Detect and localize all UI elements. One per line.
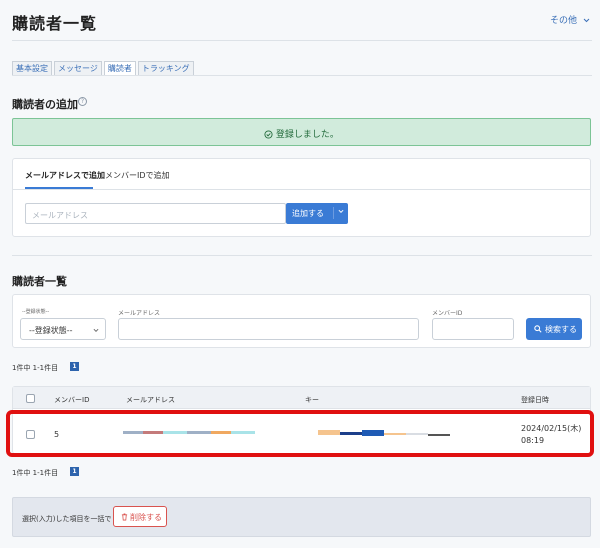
member-id-filter-input[interactable] xyxy=(432,318,514,340)
pagination-page-bottom[interactable]: 1 xyxy=(70,467,79,476)
trash-icon xyxy=(121,512,128,521)
bulk-action-text: 選択(入力)した項目を一括で xyxy=(22,515,112,523)
subtab-member-id[interactable]: メンバーIDで追加 xyxy=(105,170,170,181)
member-id-filter-label: メンバーID xyxy=(432,310,463,317)
header-email: メールアドレス xyxy=(126,396,175,404)
chevron-down-icon xyxy=(93,326,99,335)
status-filter-label: --登録状態-- xyxy=(22,309,50,315)
result-count: 1件中 1-1件目 xyxy=(12,364,59,372)
other-menu-dropdown[interactable]: その他 xyxy=(550,13,590,26)
other-menu-label: その他 xyxy=(550,16,578,26)
highlight-box xyxy=(6,410,594,457)
list-section-title: 購読者一覧 xyxy=(12,275,67,288)
check-circle-icon xyxy=(264,130,276,140)
tab-basic-settings[interactable]: 基本設定 xyxy=(12,61,52,75)
email-field[interactable]: メールアドレス xyxy=(25,203,286,224)
table-header xyxy=(13,387,590,409)
status-select[interactable]: --登録状態-- xyxy=(20,318,106,340)
select-all-checkbox[interactable] xyxy=(26,394,35,403)
chevron-down-icon xyxy=(583,16,590,26)
main-tabs: 基本設定 メッセージ 購読者 トラッキング xyxy=(12,61,196,75)
add-section-title: 購読者の追加 xyxy=(12,98,78,111)
subtab-divider xyxy=(13,189,590,190)
header-divider xyxy=(12,40,592,41)
search-button[interactable]: 検索する xyxy=(526,318,582,340)
header-key: キー xyxy=(305,396,319,404)
delete-button[interactable]: 削除する xyxy=(113,506,167,527)
search-button-label: 検索する xyxy=(545,325,577,334)
section-divider xyxy=(12,255,592,256)
tab-messages[interactable]: メッセージ xyxy=(54,61,102,75)
search-icon xyxy=(534,324,542,333)
tab-subscribers[interactable]: 購読者 xyxy=(103,61,136,75)
chevron-down-icon[interactable] xyxy=(333,207,344,219)
status-select-value: --登録状態-- xyxy=(29,326,73,335)
delete-button-label: 削除する xyxy=(130,513,162,522)
header-member-id: メンバーID xyxy=(54,396,90,404)
subtab-email[interactable]: メールアドレスで追加 xyxy=(25,170,105,181)
page-title: 購読者一覧 xyxy=(12,14,98,33)
tab-tracking[interactable]: トラッキング xyxy=(137,61,194,75)
email-filter-input[interactable] xyxy=(118,318,419,340)
header-date: 登録日時 xyxy=(521,396,549,404)
help-icon[interactable]: ? xyxy=(78,97,87,106)
add-button[interactable]: 追加する xyxy=(286,203,348,224)
add-button-label: 追加する xyxy=(292,209,324,218)
success-message: 登録しました。 xyxy=(275,130,339,140)
tabs-divider xyxy=(12,75,592,76)
result-count-bottom: 1件中 1-1件目 xyxy=(12,469,59,477)
pagination-page[interactable]: 1 xyxy=(70,362,79,371)
email-filter-label: メールアドレス xyxy=(118,310,161,317)
success-alert: 登録しました。 xyxy=(12,118,591,146)
